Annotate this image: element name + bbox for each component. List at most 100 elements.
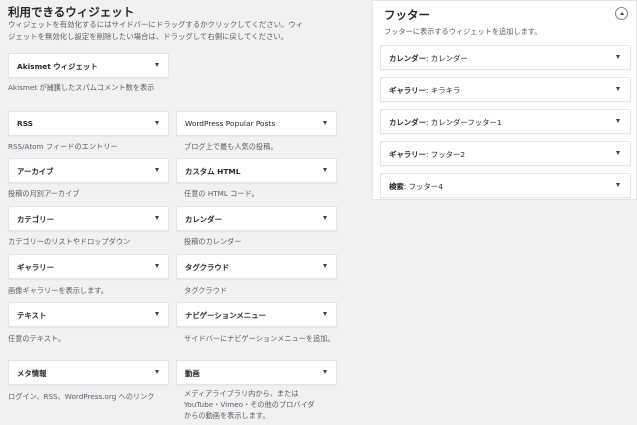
widget-instance-title: : キラキラ: [425, 86, 461, 95]
desc-line: ブログ上で最も人気の投稿。: [184, 142, 278, 151]
widget-title: カテゴリー: [17, 215, 54, 224]
footer-widget-calendar-footer1[interactable]: カレンダー: カレンダーフッター1: [380, 109, 631, 134]
arrow-down-icon[interactable]: [616, 55, 620, 59]
widget-description: 任意のテキスト。: [8, 333, 173, 345]
widget-categories[interactable]: カテゴリー: [8, 206, 169, 231]
widget-instance-title: : フッター2: [425, 150, 466, 159]
widget-title: RSS: [17, 119, 34, 128]
widget-description: メディアライブラリ内から、または YouTube・Vimeo・その他のプロバイダ…: [184, 388, 349, 421]
desc-line: タグクラウド: [184, 286, 227, 295]
desc-line: 投稿の月別アーカイブ: [8, 189, 80, 198]
widget-text[interactable]: テキスト: [8, 302, 169, 327]
arrow-down-icon[interactable]: [155, 312, 159, 316]
desc-line: 投稿のカレンダー: [184, 237, 242, 246]
arrow-down-icon[interactable]: [155, 168, 159, 172]
footer-widget-calendar[interactable]: カレンダー: カレンダー: [380, 45, 631, 70]
desc-line: メディアライブラリ内から、または: [184, 389, 299, 398]
widget-title: Akismet ウィジェット: [17, 62, 98, 71]
arrow-down-icon[interactable]: [323, 264, 327, 268]
widget-instance-title: : カレンダーフッター1: [425, 118, 502, 127]
widget-instance-title: : カレンダー: [425, 54, 468, 63]
widget-description: タグクラウド: [184, 285, 349, 297]
widget-meta[interactable]: メタ情報: [8, 360, 169, 385]
widget-description: 画像ギャラリーを表示します。: [8, 285, 173, 297]
footer-widget-gallery-footer2[interactable]: ギャラリー: フッター2: [380, 141, 631, 166]
widget-title: 動画: [185, 369, 200, 378]
widget-video[interactable]: 動画: [176, 360, 337, 385]
arrow-down-icon[interactable]: [323, 168, 327, 172]
arrow-down-icon[interactable]: [155, 121, 159, 125]
widget-archive[interactable]: アーカイブ: [8, 158, 169, 183]
available-desc-line: ジェットを無効化し設定を削除したい場合は、ドラッグして右側に戻してください。: [8, 32, 289, 41]
widget-description: サイドバーにナビゲーションメニューを追加。: [184, 333, 359, 345]
desc-line: RSS/Atom フィードのエントリー: [8, 142, 118, 151]
widget-gallery[interactable]: ギャラリー: [8, 254, 169, 279]
widget-description: 投稿の月別アーカイブ: [8, 188, 173, 200]
arrow-down-icon[interactable]: [155, 370, 159, 374]
widget-wordpress-popular-posts[interactable]: WordPress Popular Posts: [176, 111, 337, 136]
widget-title: カレンダー: [185, 215, 222, 224]
available-desc-line: ウィジェットを有効化するにはサイドバーにドラッグするかクリックしてください。ウィ: [8, 20, 304, 29]
available-widgets-title: 利用できるウィジェット: [8, 5, 135, 19]
widget-akismet[interactable]: Akismet ウィジェット: [8, 53, 169, 78]
arrow-down-icon[interactable]: [616, 87, 620, 91]
desc-line: 画像ギャラリーを表示します。: [8, 286, 108, 295]
desc-line: からの動画を表示します。: [184, 411, 270, 420]
desc-line: YouTube・Vimeo・その他のプロバイダ: [184, 400, 315, 409]
widget-description: Akismet が捕獲したスパムコメント数を表示: [8, 82, 208, 94]
widget-title: テキスト: [17, 311, 47, 320]
arrow-down-icon[interactable]: [323, 216, 327, 220]
widget-title: 検索: フッター4: [389, 181, 443, 192]
arrow-down-icon[interactable]: [616, 183, 620, 187]
desc-line: サイドバーにナビゲーションメニューを追加。: [184, 334, 335, 343]
arrow-up-circle-icon: [619, 11, 624, 15]
widget-title: ギャラリー: キラキラ: [389, 85, 460, 96]
widget-title: カレンダー: カレンダー: [389, 53, 468, 64]
widget-title: WordPress Popular Posts: [185, 119, 276, 128]
widget-description: ブログ上で最も人気の投稿。: [184, 141, 349, 153]
widget-title: ギャラリー: [17, 263, 54, 272]
widget-title: ギャラリー: フッター2: [389, 149, 465, 160]
widget-name: カレンダー: [389, 118, 426, 127]
arrow-down-icon[interactable]: [155, 216, 159, 220]
desc-line: ログイン、RSS、WordPress.org へのリンク: [8, 392, 155, 401]
footer-widget-gallery[interactable]: ギャラリー: キラキラ: [380, 77, 631, 102]
available-widgets-description: ウィジェットを有効化するにはサイドバーにドラッグするかクリックしてください。ウィ…: [8, 19, 308, 43]
widget-navigation-menu[interactable]: ナビゲーションメニュー: [176, 302, 337, 327]
desc-line: 任意の HTML コード。: [184, 189, 259, 198]
footer-sidebar-title[interactable]: フッター: [384, 7, 430, 23]
widget-description: RSS/Atom フィードのエントリー: [8, 141, 173, 153]
desc-line: Akismet が捕獲したスパムコメント数を表示: [8, 83, 155, 92]
arrow-down-icon[interactable]: [616, 151, 620, 155]
widget-custom-html[interactable]: カスタム HTML: [176, 158, 337, 183]
collapse-toggle-button[interactable]: [615, 7, 628, 20]
arrow-down-icon[interactable]: [323, 312, 327, 316]
footer-widget-search[interactable]: 検索: フッター4: [380, 173, 631, 198]
arrow-down-icon[interactable]: [155, 264, 159, 268]
widget-title: メタ情報: [17, 369, 47, 378]
widget-tag-cloud[interactable]: タグクラウド: [176, 254, 337, 279]
widget-title: カレンダー: カレンダーフッター1: [389, 117, 502, 128]
widget-name: カレンダー: [389, 54, 426, 63]
widget-rss[interactable]: RSS: [8, 111, 169, 136]
desc-line: 任意のテキスト。: [8, 334, 66, 343]
widget-instance-title: : フッター4: [403, 182, 443, 191]
widget-title: タグクラウド: [185, 263, 230, 272]
arrow-down-icon[interactable]: [323, 121, 327, 125]
arrow-down-icon[interactable]: [616, 119, 620, 123]
footer-sidebar-description: フッターに表示するウィジェットを追加します。: [384, 27, 542, 36]
desc-line: カテゴリーのリストやドロップダウン: [8, 237, 131, 246]
widget-description: カテゴリーのリストやドロップダウン: [8, 236, 173, 248]
widget-title: アーカイブ: [17, 167, 54, 176]
widget-description: 任意の HTML コード。: [184, 188, 349, 200]
widget-title: ナビゲーションメニュー: [185, 311, 266, 320]
widget-name: ギャラリー: [389, 150, 426, 159]
widget-title: カスタム HTML: [185, 167, 241, 176]
arrow-down-icon[interactable]: [323, 370, 327, 374]
widget-name: ギャラリー: [389, 86, 426, 95]
arrow-down-icon[interactable]: [155, 63, 159, 67]
widget-description: 投稿のカレンダー: [184, 236, 349, 248]
widget-name: 検索: [389, 182, 404, 191]
widget-description: ログイン、RSS、WordPress.org へのリンク: [8, 391, 173, 403]
widget-calendar[interactable]: カレンダー: [176, 206, 337, 231]
